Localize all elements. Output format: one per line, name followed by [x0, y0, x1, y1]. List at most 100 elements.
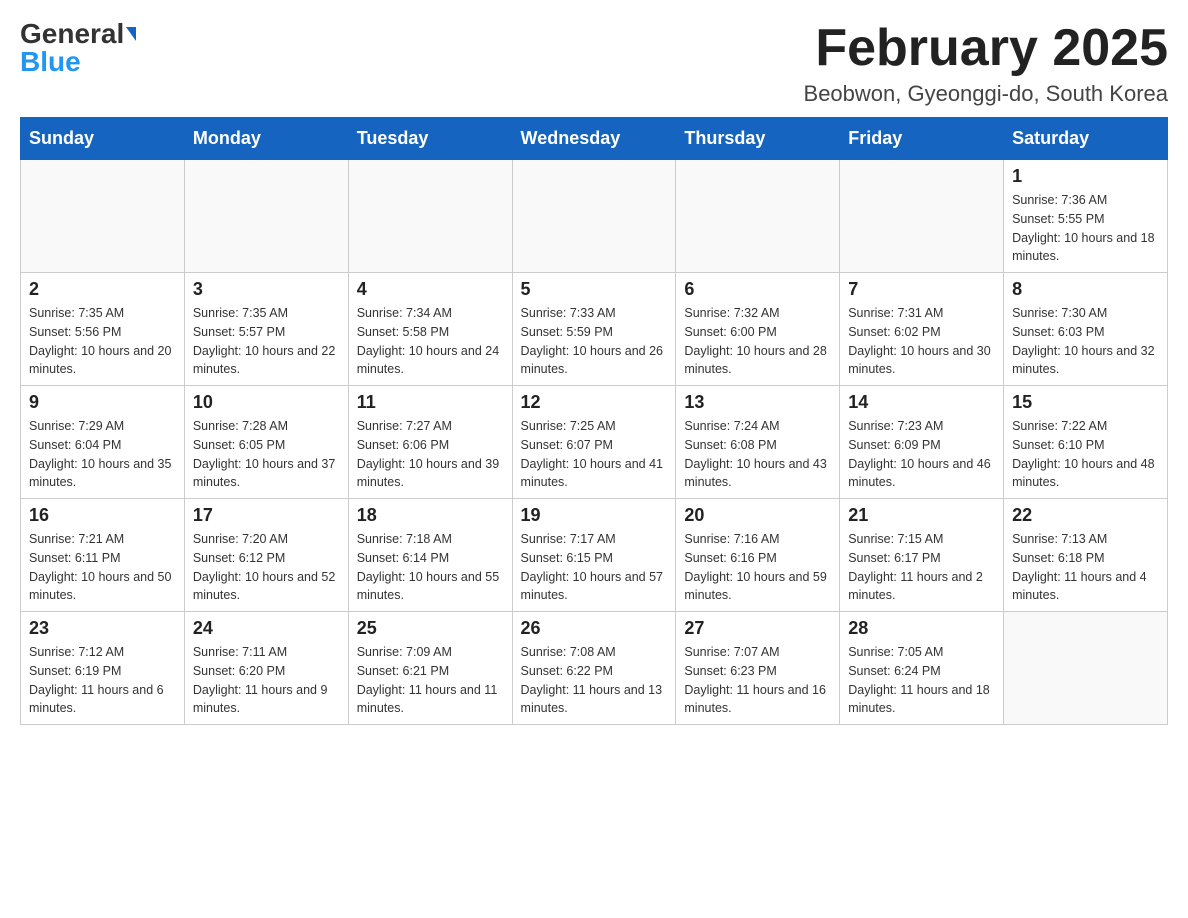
calendar-day-cell — [348, 160, 512, 273]
calendar-day-cell: 10Sunrise: 7:28 AMSunset: 6:05 PMDayligh… — [184, 386, 348, 499]
calendar-day-cell: 14 Sunrise: 7:23 AMSunset: 6:09 PMDayligh… — [840, 386, 1004, 499]
day-number: 19 — [521, 505, 668, 526]
day-info: Sunrise: 7:22 AMSunset: 6:10 PMDaylight:… — [1012, 417, 1159, 492]
day-info: Sunrise: 7:31 AMSunset: 6:02 PMDaylight:… — [848, 304, 995, 379]
day-number: 27 — [684, 618, 831, 639]
day-number: 20 — [684, 505, 831, 526]
day-number: 21 — [848, 505, 995, 526]
calendar-day-cell: 2Sunrise: 7:35 AMSunset: 5:56 PMDaylight… — [21, 273, 185, 386]
day-info: Sunrise: 7:09 AMSunset: 6:21 PMDaylight:… — [357, 643, 504, 718]
calendar-day-cell: 21 Sunrise: 7:15 AMSunset: 6:17 PMDayligh… — [840, 499, 1004, 612]
day-number: 12 — [521, 392, 668, 413]
calendar-day-cell — [512, 160, 676, 273]
day-info: Sunrise: 7:30 AMSunset: 6:03 PMDaylight:… — [1012, 304, 1159, 379]
calendar-day-cell: 18Sunrise: 7:18 AMSunset: 6:14 PMDayligh… — [348, 499, 512, 612]
day-info: Sunrise: 7:17 AMSunset: 6:15 PMDaylight:… — [521, 530, 668, 605]
calendar-day-cell: 1 Sunrise: 7:36 AMSunset: 5:55 PMDaylight… — [1004, 160, 1168, 273]
calendar-day-cell: 7 Sunrise: 7:31 AMSunset: 6:02 PMDaylight… — [840, 273, 1004, 386]
calendar-day-cell: 4 Sunrise: 7:34 AMSunset: 5:58 PMDaylight… — [348, 273, 512, 386]
calendar-day-cell: 27 Sunrise: 7:07 AMSunset: 6:23 PMDayligh… — [676, 612, 840, 725]
day-number: 25 — [357, 618, 504, 639]
title-area: February 2025 Beobwon, Gyeonggi-do, Sout… — [804, 20, 1168, 107]
day-info: Sunrise: 7:16 AMSunset: 6:16 PMDaylight:… — [684, 530, 831, 605]
day-number: 16 — [29, 505, 176, 526]
day-info: Sunrise: 7:33 AMSunset: 5:59 PMDaylight:… — [521, 304, 668, 379]
calendar-day-cell: 28Sunrise: 7:05 AMSunset: 6:24 PMDayligh… — [840, 612, 1004, 725]
calendar-day-cell: 20 Sunrise: 7:16 AMSunset: 6:16 PMDayligh… — [676, 499, 840, 612]
day-number: 14 — [848, 392, 995, 413]
day-info: Sunrise: 7:24 AMSunset: 6:08 PMDaylight:… — [684, 417, 831, 492]
day-info: Sunrise: 7:25 AMSunset: 6:07 PMDaylight:… — [521, 417, 668, 492]
calendar-week-row: 23 Sunrise: 7:12 AMSunset: 6:19 PMDayligh… — [21, 612, 1168, 725]
calendar-day-cell: 12 Sunrise: 7:25 AMSunset: 6:07 PMDayligh… — [512, 386, 676, 499]
day-of-week-header: Sunday — [21, 118, 185, 160]
day-of-week-header: Friday — [840, 118, 1004, 160]
day-info: Sunrise: 7:18 AMSunset: 6:14 PMDaylight:… — [357, 530, 504, 605]
calendar-day-cell — [21, 160, 185, 273]
calendar-week-row: 1 Sunrise: 7:36 AMSunset: 5:55 PMDaylight… — [21, 160, 1168, 273]
day-info: Sunrise: 7:05 AMSunset: 6:24 PMDaylight:… — [848, 643, 995, 718]
calendar-day-cell: 6Sunrise: 7:32 AMSunset: 6:00 PMDaylight… — [676, 273, 840, 386]
day-number: 15 — [1012, 392, 1159, 413]
calendar-week-row: 16Sunrise: 7:21 AMSunset: 6:11 PMDayligh… — [21, 499, 1168, 612]
calendar-day-cell: 13 Sunrise: 7:24 AMSunset: 6:08 PMDayligh… — [676, 386, 840, 499]
logo-blue-text: Blue — [20, 48, 81, 76]
day-of-week-header: Monday — [184, 118, 348, 160]
calendar-week-row: 9 Sunrise: 7:29 AMSunset: 6:04 PMDaylight… — [21, 386, 1168, 499]
calendar-day-cell — [676, 160, 840, 273]
day-number: 8 — [1012, 279, 1159, 300]
day-number: 23 — [29, 618, 176, 639]
calendar-table: SundayMondayTuesdayWednesdayThursdayFrid… — [20, 117, 1168, 725]
calendar-day-cell: 15 Sunrise: 7:22 AMSunset: 6:10 PMDayligh… — [1004, 386, 1168, 499]
day-info: Sunrise: 7:23 AMSunset: 6:09 PMDaylight:… — [848, 417, 995, 492]
day-info: Sunrise: 7:35 AMSunset: 5:56 PMDaylight:… — [29, 304, 176, 379]
day-number: 11 — [357, 392, 504, 413]
calendar-day-cell: 11 Sunrise: 7:27 AMSunset: 6:06 PMDayligh… — [348, 386, 512, 499]
day-info: Sunrise: 7:15 AMSunset: 6:17 PMDaylight:… — [848, 530, 995, 605]
day-number: 6 — [684, 279, 831, 300]
calendar-day-cell: 23 Sunrise: 7:12 AMSunset: 6:19 PMDayligh… — [21, 612, 185, 725]
calendar-day-cell: 9 Sunrise: 7:29 AMSunset: 6:04 PMDaylight… — [21, 386, 185, 499]
logo-arrow-icon — [126, 27, 136, 41]
logo: General Blue — [20, 20, 136, 76]
calendar-day-cell — [184, 160, 348, 273]
day-number: 9 — [29, 392, 176, 413]
day-number: 4 — [357, 279, 504, 300]
calendar-day-cell — [840, 160, 1004, 273]
calendar-day-cell: 16Sunrise: 7:21 AMSunset: 6:11 PMDayligh… — [21, 499, 185, 612]
page-header: General Blue February 2025 Beobwon, Gyeo… — [20, 20, 1168, 107]
calendar-week-row: 2Sunrise: 7:35 AMSunset: 5:56 PMDaylight… — [21, 273, 1168, 386]
day-info: Sunrise: 7:29 AMSunset: 6:04 PMDaylight:… — [29, 417, 176, 492]
logo-general-text: General — [20, 20, 124, 48]
day-number: 13 — [684, 392, 831, 413]
calendar-day-cell: 26Sunrise: 7:08 AMSunset: 6:22 PMDayligh… — [512, 612, 676, 725]
day-info: Sunrise: 7:11 AMSunset: 6:20 PMDaylight:… — [193, 643, 340, 718]
calendar-day-cell: 8 Sunrise: 7:30 AMSunset: 6:03 PMDaylight… — [1004, 273, 1168, 386]
month-title: February 2025 — [804, 20, 1168, 77]
day-number: 26 — [521, 618, 668, 639]
day-number: 1 — [1012, 166, 1159, 187]
calendar-day-cell: 25 Sunrise: 7:09 AMSunset: 6:21 PMDayligh… — [348, 612, 512, 725]
day-number: 22 — [1012, 505, 1159, 526]
calendar-day-cell: 17 Sunrise: 7:20 AMSunset: 6:12 PMDayligh… — [184, 499, 348, 612]
day-number: 7 — [848, 279, 995, 300]
day-info: Sunrise: 7:12 AMSunset: 6:19 PMDaylight:… — [29, 643, 176, 718]
day-info: Sunrise: 7:20 AMSunset: 6:12 PMDaylight:… — [193, 530, 340, 605]
day-info: Sunrise: 7:36 AMSunset: 5:55 PMDaylight:… — [1012, 191, 1159, 266]
location-title: Beobwon, Gyeonggi-do, South Korea — [804, 81, 1168, 107]
day-info: Sunrise: 7:13 AMSunset: 6:18 PMDaylight:… — [1012, 530, 1159, 605]
day-info: Sunrise: 7:27 AMSunset: 6:06 PMDaylight:… — [357, 417, 504, 492]
day-of-week-header: Tuesday — [348, 118, 512, 160]
day-number: 17 — [193, 505, 340, 526]
day-of-week-header: Thursday — [676, 118, 840, 160]
calendar-day-cell — [1004, 612, 1168, 725]
calendar-day-cell: 22 Sunrise: 7:13 AMSunset: 6:18 PMDayligh… — [1004, 499, 1168, 612]
day-number: 24 — [193, 618, 340, 639]
day-info: Sunrise: 7:28 AMSunset: 6:05 PMDaylight:… — [193, 417, 340, 492]
day-info: Sunrise: 7:07 AMSunset: 6:23 PMDaylight:… — [684, 643, 831, 718]
day-info: Sunrise: 7:34 AMSunset: 5:58 PMDaylight:… — [357, 304, 504, 379]
day-number: 3 — [193, 279, 340, 300]
day-of-week-header: Wednesday — [512, 118, 676, 160]
calendar-day-cell: 5 Sunrise: 7:33 AMSunset: 5:59 PMDaylight… — [512, 273, 676, 386]
day-number: 5 — [521, 279, 668, 300]
